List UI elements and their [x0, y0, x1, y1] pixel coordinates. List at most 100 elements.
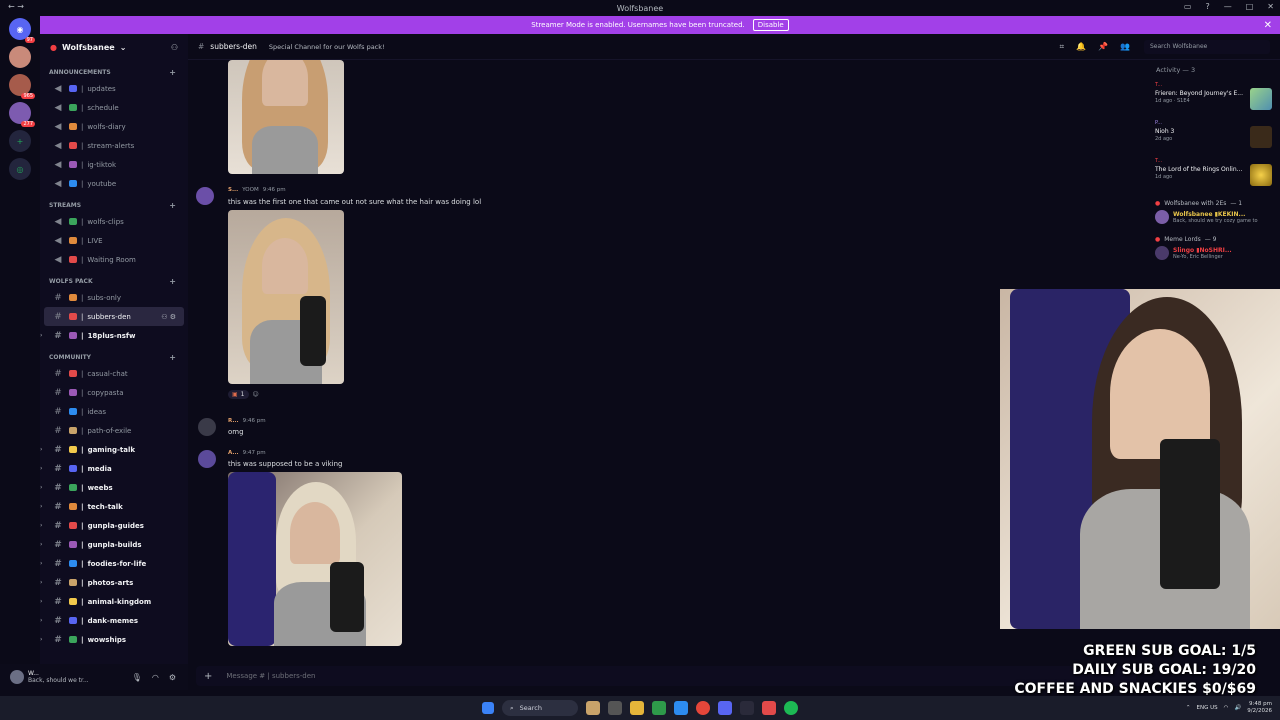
- clock[interactable]: 9:48 pm 9/2/2026: [1247, 701, 1272, 715]
- home-button[interactable]: ◉ 97: [9, 18, 35, 43]
- back-icon[interactable]: ← →: [8, 2, 24, 11]
- attachment-image[interactable]: [228, 210, 344, 384]
- banner-close-icon[interactable]: ✕: [1264, 20, 1272, 31]
- voice-group[interactable]: ● Meme Lords — 9: [1150, 236, 1280, 243]
- message-input[interactable]: Message # | subbers-den: [226, 672, 315, 680]
- wifi-icon[interactable]: ◠: [1224, 705, 1229, 711]
- channel-photos-arts[interactable]: › # | photos-arts: [40, 573, 188, 592]
- channel-wolfs-diary[interactable]: ◀ | wolfs-diary: [40, 117, 188, 136]
- server-icon[interactable]: 965: [9, 74, 35, 99]
- zoom-icon[interactable]: [674, 701, 688, 715]
- app-icon[interactable]: [740, 701, 754, 715]
- channel-animal-kingdom[interactable]: › # | animal-kingdom: [40, 592, 188, 611]
- channel-ideas[interactable]: # | ideas: [40, 402, 188, 421]
- voice-member[interactable]: Slingo ▮NoSHRI... Ne-Yo, Eric Bellinger: [1150, 246, 1280, 260]
- category-header[interactable]: COMMUNITY +: [40, 351, 188, 364]
- volume-icon[interactable]: 🔊: [1234, 705, 1241, 711]
- category-header[interactable]: ANNOUNCEMENTS +: [40, 66, 188, 79]
- channel-path-of-exile[interactable]: # | path-of-exile: [40, 421, 188, 440]
- server-icon[interactable]: 277: [9, 102, 35, 127]
- channel-media[interactable]: › # | media: [40, 459, 188, 478]
- banner-text: Streamer Mode is enabled. Usernames have…: [531, 21, 745, 29]
- app-icon[interactable]: [652, 701, 666, 715]
- invite-icon[interactable]: ⚇: [171, 43, 178, 52]
- discover-icon[interactable]: ◎: [9, 158, 31, 180]
- voice-group[interactable]: ● Wolfsbanee with 2Es — 1: [1150, 200, 1280, 207]
- channel-wowships[interactable]: › # | wowships: [40, 630, 188, 649]
- disable-button[interactable]: Disable: [752, 19, 789, 31]
- message-author[interactable]: A...: [228, 450, 239, 456]
- avatar[interactable]: [198, 418, 216, 436]
- members-icon[interactable]: 👥: [1120, 42, 1130, 52]
- channel-foodies-for-life[interactable]: › # | foodies-for-life: [40, 554, 188, 573]
- channel-header: # subbers-den Special Channel for our Wo…: [188, 34, 1280, 60]
- chrome-icon[interactable]: [696, 701, 710, 715]
- message-composer[interactable]: + Message # | subbers-den: [196, 666, 1136, 686]
- pin-icon[interactable]: 📌: [1098, 42, 1108, 52]
- channel-youtube[interactable]: ◀ | youtube: [40, 174, 188, 193]
- add-server-icon[interactable]: +: [9, 130, 31, 152]
- channel-stream-alerts[interactable]: ◀ | stream-alerts: [40, 136, 188, 155]
- help-icon[interactable]: ?: [1205, 2, 1209, 11]
- mic-icon[interactable]: 🎙: [132, 673, 142, 682]
- channel-waiting-room[interactable]: ◀ | Waiting Room: [40, 250, 188, 269]
- channel-gaming-talk[interactable]: › # | gaming-talk: [40, 440, 188, 459]
- server-icon[interactable]: [9, 46, 31, 68]
- avatar[interactable]: [198, 450, 216, 468]
- channel-schedule[interactable]: ◀ | schedule: [40, 98, 188, 117]
- channel-live[interactable]: ◀ | LIVE: [40, 231, 188, 250]
- channel-tech-talk[interactable]: › # | tech-talk: [40, 497, 188, 516]
- user-tag: YOOM: [242, 187, 259, 193]
- inbox-icon[interactable]: ▭: [1184, 2, 1192, 11]
- add-reaction-icon[interactable]: ☺: [253, 391, 259, 398]
- file-explorer-icon[interactable]: [630, 701, 644, 715]
- channel-gunpla-guides[interactable]: › # | gunpla-guides: [40, 516, 188, 535]
- language-indicator[interactable]: ENG US: [1197, 705, 1218, 711]
- task-view-icon[interactable]: [608, 701, 622, 715]
- channel-dank-memes[interactable]: › # | dank-memes: [40, 611, 188, 630]
- channel-updates[interactable]: ◀ | updates: [40, 79, 188, 98]
- chevron-up-icon[interactable]: ⌃: [1186, 705, 1191, 711]
- category-header[interactable]: WOLFS PACK +: [40, 275, 188, 288]
- reaction-pill[interactable]: ▣ 1: [228, 390, 249, 399]
- activity-item[interactable]: T... Frieren: Beyond Journey's E... 1d a…: [1150, 82, 1280, 120]
- maximize-icon[interactable]: □: [1246, 2, 1254, 11]
- channel-weebs[interactable]: › # | weebs: [40, 478, 188, 497]
- channel-18plus-nsfw[interactable]: › # | 18plus-nsfw: [40, 326, 188, 345]
- channel-copypasta[interactable]: # | copypasta: [40, 383, 188, 402]
- message-author[interactable]: R...: [228, 418, 239, 424]
- discord-icon[interactable]: [718, 701, 732, 715]
- spotify-icon[interactable]: [784, 701, 798, 715]
- attachment-image[interactable]: [228, 472, 402, 646]
- message-header: S... YOOM 9:46 pm: [228, 187, 286, 193]
- bell-icon[interactable]: 🔔: [1076, 42, 1086, 52]
- channel-subbers-den[interactable]: # | subbers-den ⚇ ⚙: [44, 307, 184, 326]
- search-input[interactable]: Search Wolfsbanee: [1144, 39, 1270, 54]
- activity-title: Activity — 3: [1156, 66, 1196, 74]
- channel-gunpla-builds[interactable]: › # | gunpla-builds: [40, 535, 188, 554]
- minimize-icon[interactable]: —: [1224, 2, 1232, 11]
- guild-header[interactable]: ● Wolfsbanee ⌄ ⚇: [40, 34, 188, 60]
- channel-casual-chat[interactable]: # | casual-chat: [40, 364, 188, 383]
- taskbar-search[interactable]: ⌕ Search: [502, 700, 578, 716]
- message-header: R... 9:46 pm: [228, 418, 266, 424]
- channel-ig-tiktok[interactable]: ◀ | ig-tiktok: [40, 155, 188, 174]
- activity-item[interactable]: T... The Lord of the Rings Onlin... 1d a…: [1150, 158, 1280, 196]
- app-icon[interactable]: [586, 701, 600, 715]
- avatar[interactable]: [196, 187, 214, 205]
- channel-wolfs-clips[interactable]: ◀ | wolfs-clips: [40, 212, 188, 231]
- avatar[interactable]: [10, 670, 24, 684]
- category-header[interactable]: STREAMS +: [40, 199, 188, 212]
- settings-gear-icon[interactable]: ⚙: [169, 673, 176, 682]
- start-icon[interactable]: [482, 702, 494, 714]
- threads-icon[interactable]: ⌗: [1060, 42, 1065, 52]
- add-attachment-icon[interactable]: +: [204, 671, 212, 682]
- headphones-icon[interactable]: ◠: [152, 673, 159, 682]
- activity-item[interactable]: P... Nioh 3 2d ago: [1150, 120, 1280, 158]
- app-icon[interactable]: [762, 701, 776, 715]
- message-author[interactable]: S...: [228, 187, 238, 193]
- channel-subs-only[interactable]: # | subs-only: [40, 288, 188, 307]
- voice-member[interactable]: Wolfsbanee ▮KEKIN... Back, should we try …: [1150, 210, 1280, 224]
- attachment-image[interactable]: [228, 60, 344, 174]
- close-window-icon[interactable]: ✕: [1267, 2, 1274, 11]
